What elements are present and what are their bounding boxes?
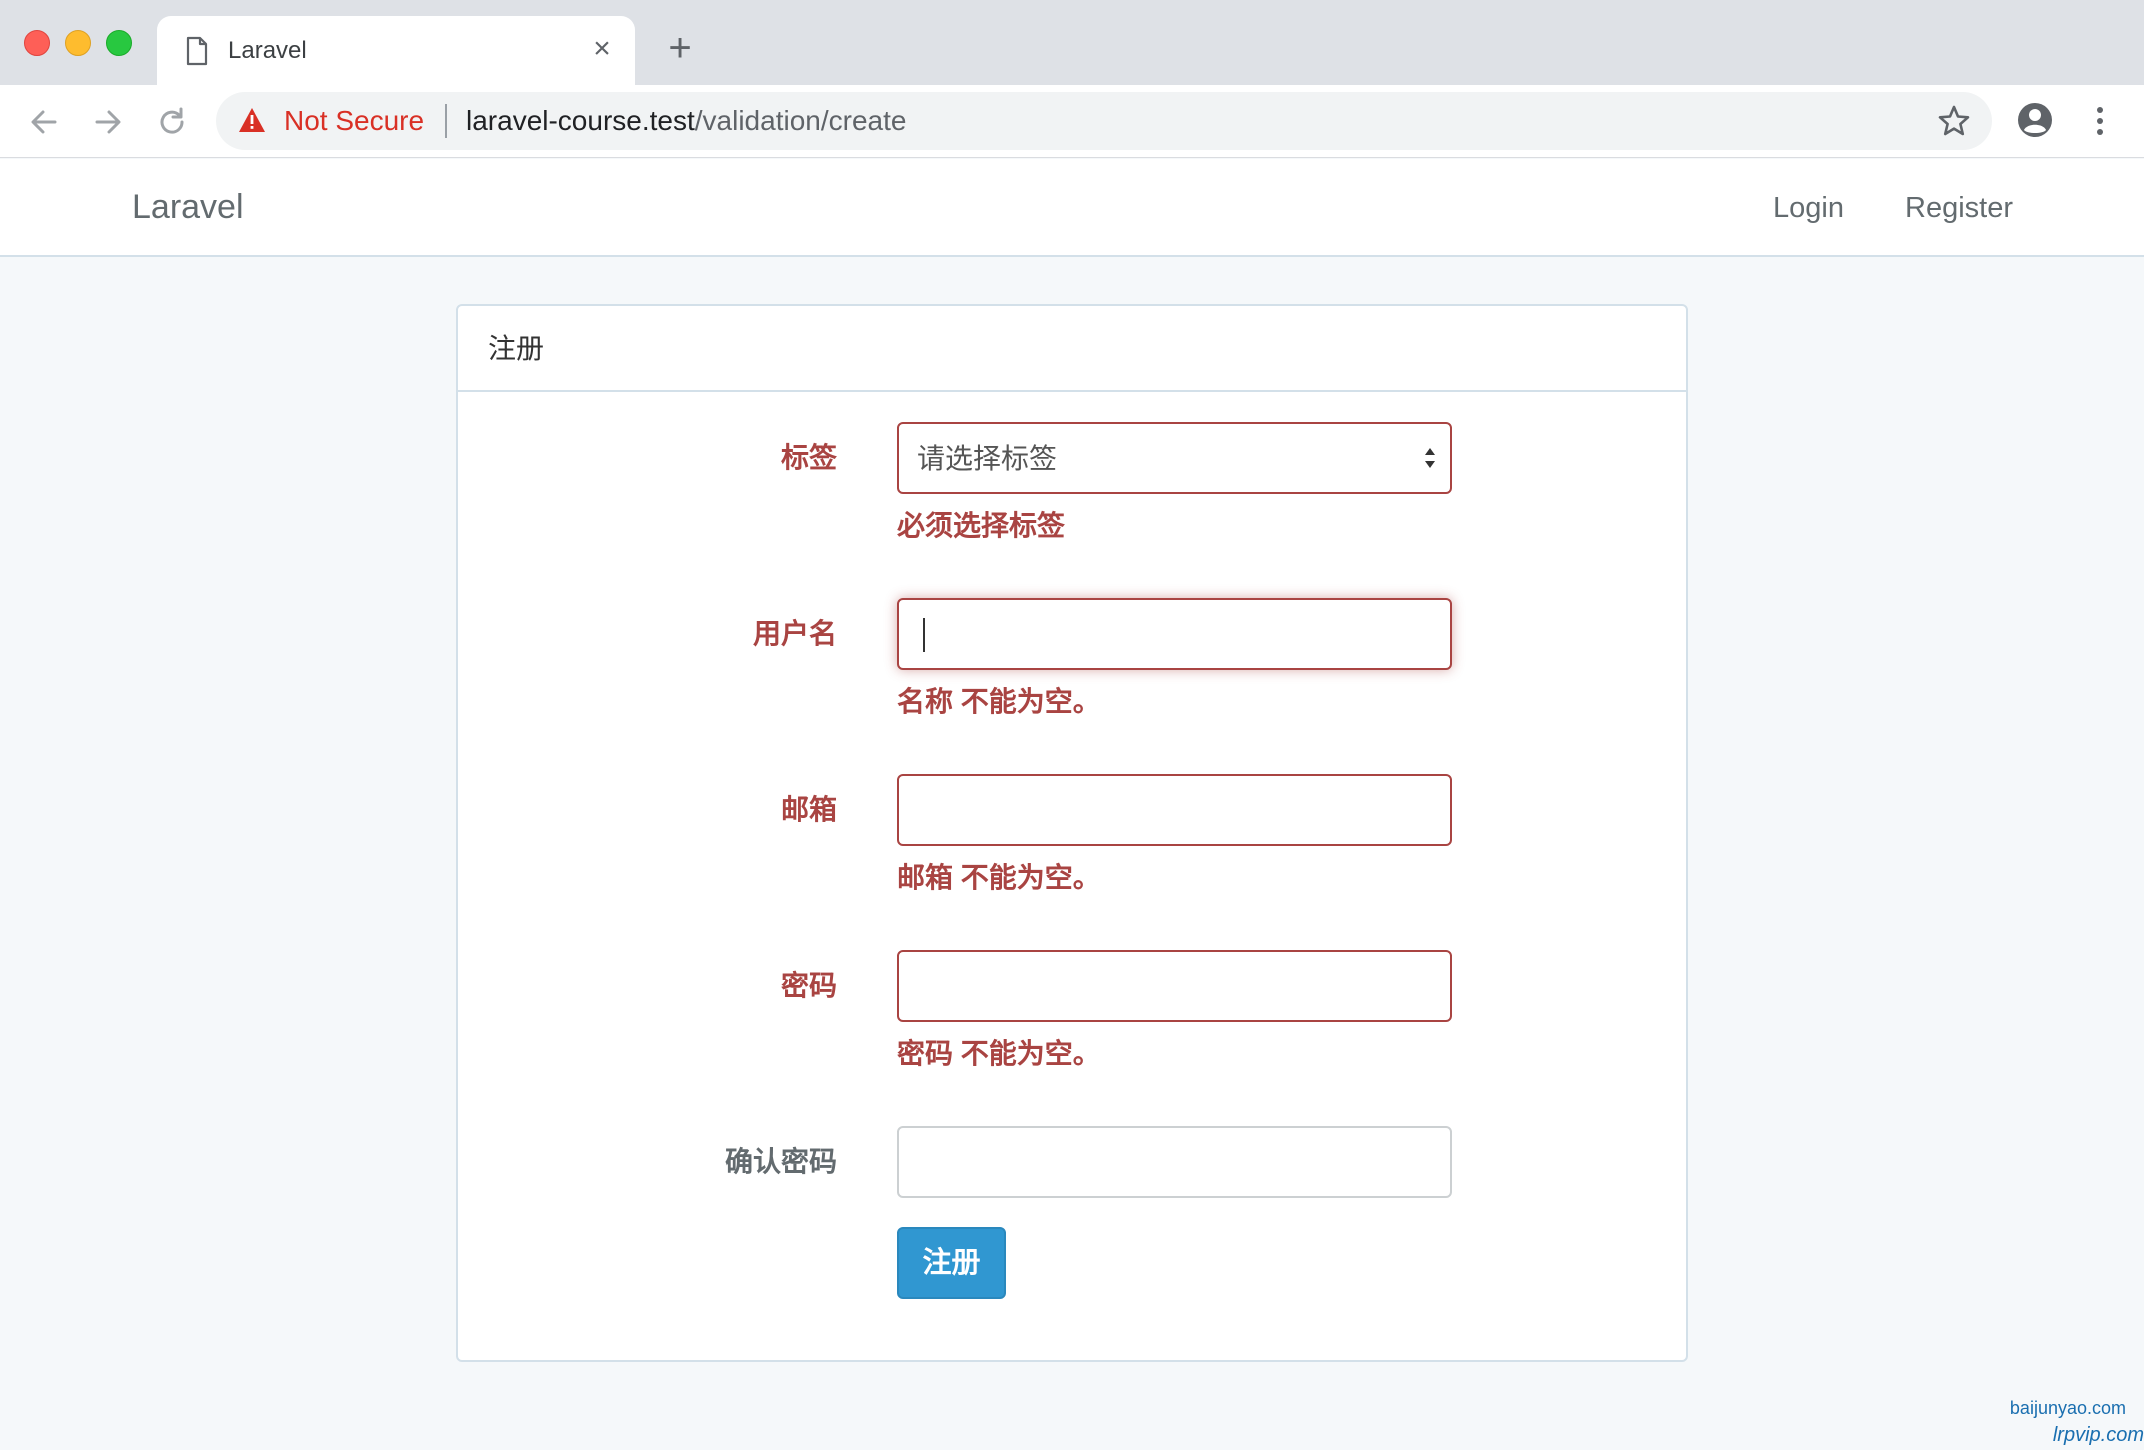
more-menu-icon[interactable]: [2088, 103, 2112, 139]
url-text[interactable]: laravel-course.test/validation/create: [466, 105, 906, 137]
brand-link[interactable]: Laravel: [132, 187, 244, 227]
password-error: 密码 不能为空。: [897, 1038, 1101, 1069]
warning-icon: [239, 108, 265, 132]
tag-error: 必须选择标签: [897, 510, 1066, 541]
close-icon[interactable]: ×: [587, 34, 617, 64]
password-label: 密码: [780, 970, 837, 1001]
username-label: 用户名: [752, 618, 837, 649]
email-error: 邮箱 不能为空。: [897, 862, 1101, 893]
panel-title: 注册: [488, 333, 545, 364]
profile-avatar-icon[interactable]: [2016, 101, 2054, 139]
address-divider: [445, 104, 447, 138]
minimize-window-button[interactable]: [65, 30, 91, 56]
login-link[interactable]: Login: [1773, 191, 1844, 225]
email-label: 邮箱: [780, 794, 837, 825]
maximize-window-button[interactable]: [106, 30, 132, 56]
browser-tab-strip: Laravel × +: [0, 0, 2144, 85]
url-path: /validation/create: [694, 105, 907, 136]
text-cursor: [923, 618, 925, 652]
confirm-password-label: 确认密码: [724, 1146, 837, 1177]
document-icon: [186, 36, 208, 66]
new-tab-icon[interactable]: +: [660, 28, 700, 68]
tag-select[interactable]: 请选择标签: [897, 422, 1452, 494]
tag-label: 标签: [780, 442, 837, 473]
confirm-password-input[interactable]: [897, 1126, 1452, 1198]
email-input[interactable]: [897, 774, 1452, 846]
tab-title: Laravel: [228, 37, 307, 64]
browser-toolbar: Not Secure laravel-course.test/validatio…: [0, 85, 2144, 158]
browser-tab[interactable]: Laravel ×: [157, 16, 635, 85]
site-navbar: Laravel Login Register: [0, 159, 2144, 257]
reload-icon[interactable]: [153, 103, 191, 141]
not-secure-label[interactable]: Not Secure: [284, 105, 424, 137]
url-host: laravel-course.test: [466, 105, 695, 136]
address-bar[interactable]: Not Secure laravel-course.test/validatio…: [216, 92, 1992, 150]
tag-select-value: 请选择标签: [917, 443, 1058, 474]
register-link[interactable]: Register: [1905, 191, 2013, 225]
close-window-button[interactable]: [24, 30, 50, 56]
forward-arrow-icon[interactable]: [89, 103, 127, 141]
watermark-text-secondary: lrpvip.com: [2052, 1424, 2144, 1446]
password-input[interactable]: [897, 950, 1452, 1022]
bookmark-star-icon[interactable]: [1936, 103, 1972, 139]
username-error: 名称 不能为空。: [897, 686, 1101, 717]
select-arrows-icon: [1425, 448, 1435, 468]
back-arrow-icon[interactable]: [25, 103, 63, 141]
watermark-text: baijunyao.com: [2009, 1398, 2126, 1418]
register-submit-button[interactable]: 注册: [897, 1227, 1006, 1299]
panel-heading: 注册: [458, 306, 1686, 392]
username-input[interactable]: [897, 598, 1452, 670]
